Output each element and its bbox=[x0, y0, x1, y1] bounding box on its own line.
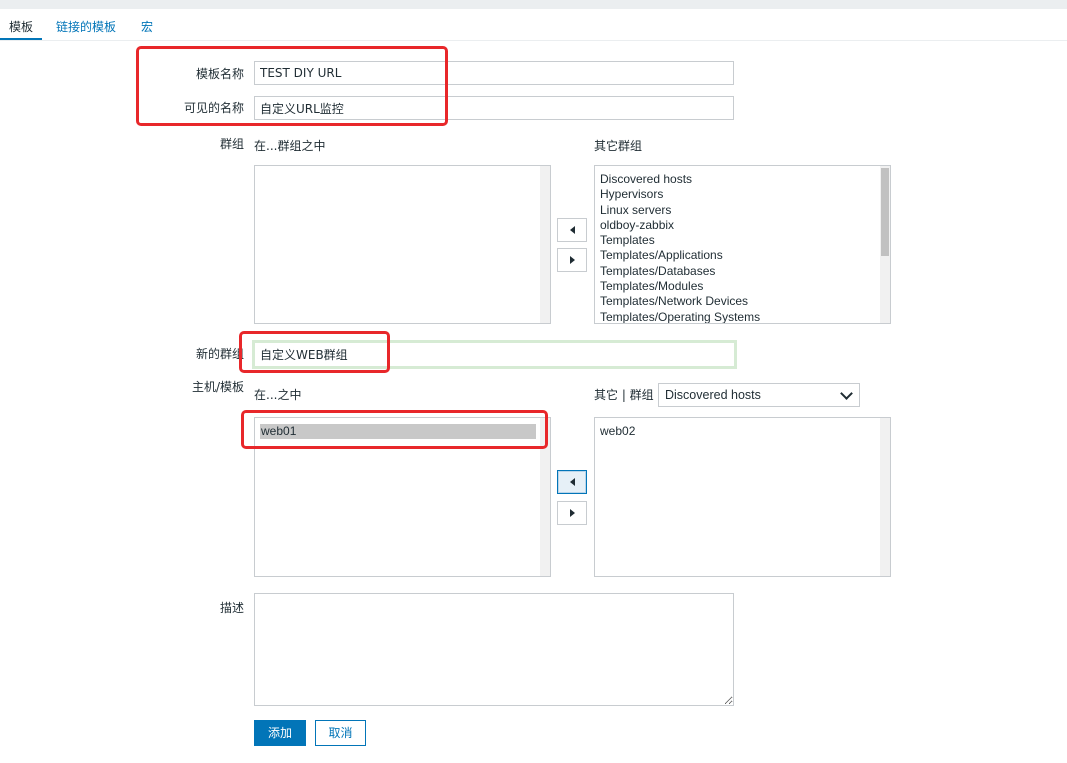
chevron-down-icon bbox=[840, 387, 853, 400]
list-item[interactable]: Templates/Operating Systems bbox=[600, 310, 878, 323]
scrollbar[interactable] bbox=[540, 166, 550, 323]
list-item[interactable]: Templates bbox=[600, 233, 878, 248]
host-group-select-value: Discovered hosts bbox=[665, 388, 761, 402]
groups-in-listbox[interactable] bbox=[254, 165, 551, 324]
tab-macros[interactable]: 宏 bbox=[141, 20, 153, 34]
list-item[interactable]: Linux servers bbox=[600, 203, 878, 218]
arrow-left-icon bbox=[569, 478, 575, 486]
hosts-other-label: 其它 | 群组 bbox=[594, 388, 654, 402]
description-textarea[interactable] bbox=[254, 593, 734, 706]
groups-in-label: 在...群组之中 bbox=[254, 139, 326, 153]
tab-bar: 模板 链接的模板 宏 bbox=[0, 12, 1067, 41]
groups-move-right-button[interactable] bbox=[557, 248, 587, 272]
cancel-button[interactable]: 取消 bbox=[315, 720, 366, 746]
scrollbar-thumb[interactable] bbox=[881, 168, 889, 256]
groups-other-listbox[interactable]: Discovered hosts Hypervisors Linux serve… bbox=[594, 165, 891, 324]
new-group-input[interactable] bbox=[252, 340, 737, 369]
list-item[interactable]: Discovered hosts bbox=[600, 172, 878, 187]
scrollbar[interactable] bbox=[540, 418, 550, 576]
hosts-in-label: 在...之中 bbox=[254, 388, 302, 402]
arrow-left-icon bbox=[569, 226, 575, 234]
list-item[interactable]: Hypervisors bbox=[600, 187, 878, 202]
list-item[interactable]: Templates/Applications bbox=[600, 248, 878, 263]
active-tab-indicator bbox=[0, 38, 42, 40]
new-group-label: 新的群组 bbox=[195, 347, 244, 361]
description-label: 描述 bbox=[219, 601, 244, 615]
list-item[interactable]: web02 bbox=[600, 424, 878, 439]
hosts-label: 主机/模板 bbox=[191, 380, 244, 394]
hosts-move-left-button[interactable] bbox=[557, 470, 587, 494]
list-item[interactable]: oldboy-zabbix bbox=[600, 218, 878, 233]
template-name-input[interactable] bbox=[254, 61, 734, 85]
arrow-right-icon bbox=[569, 509, 575, 517]
top-bar bbox=[0, 0, 1067, 9]
hosts-other-listbox[interactable]: web02 bbox=[594, 417, 891, 577]
hosts-move-right-button[interactable] bbox=[557, 501, 587, 525]
host-group-select[interactable]: Discovered hosts bbox=[658, 383, 860, 407]
visible-name-input[interactable] bbox=[254, 96, 734, 120]
tab-template[interactable]: 模板 bbox=[9, 20, 33, 34]
arrow-right-icon bbox=[569, 256, 575, 264]
template-name-label: 模板名称 bbox=[195, 67, 244, 81]
tab-linked-templates[interactable]: 链接的模板 bbox=[56, 20, 116, 34]
scrollbar[interactable] bbox=[880, 418, 890, 576]
list-item[interactable]: Templates/Network Devices bbox=[600, 294, 878, 309]
list-item[interactable]: Templates/Databases bbox=[600, 264, 878, 279]
scrollbar[interactable] bbox=[880, 166, 890, 323]
list-item[interactable]: Templates/Modules bbox=[600, 279, 878, 294]
groups-move-left-button[interactable] bbox=[557, 218, 587, 242]
groups-label: 群组 bbox=[219, 137, 244, 151]
groups-other-label: 其它群组 bbox=[594, 139, 643, 153]
add-button[interactable]: 添加 bbox=[254, 720, 306, 746]
visible-name-label: 可见的名称 bbox=[183, 101, 244, 115]
hosts-in-listbox[interactable]: web01 bbox=[254, 417, 551, 577]
list-item[interactable]: web01 bbox=[260, 424, 536, 440]
